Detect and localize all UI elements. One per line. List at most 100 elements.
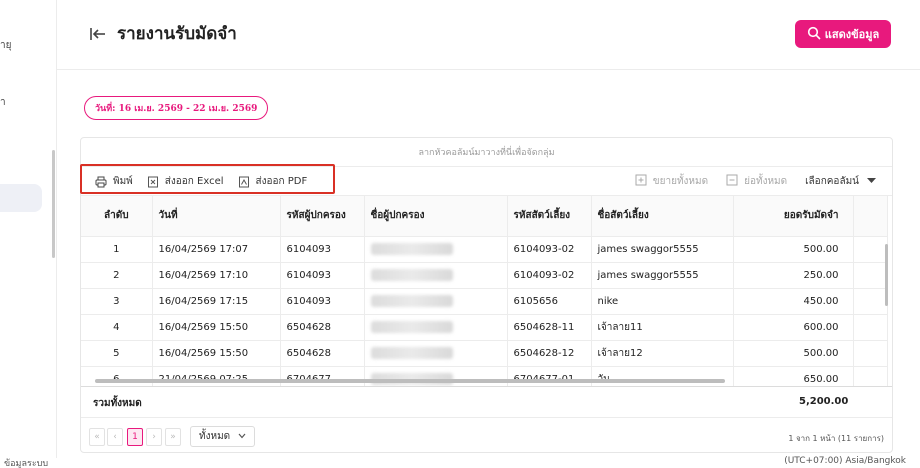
sidebar-item-label[interactable]: ายุ xyxy=(0,38,11,53)
excel-file-icon xyxy=(147,176,159,188)
table-cell-spacer xyxy=(853,314,888,341)
column-header[interactable]: ยอดรับมัดจำ xyxy=(733,196,854,237)
group-panel[interactable]: ลากหัวคอลัมน์มาวางที่นี่เพื่อจัดกลุ่ม xyxy=(81,138,892,167)
summary-label: รวมทั้งหมด xyxy=(93,398,142,409)
table-cell: 3 xyxy=(81,288,153,315)
expand-all-button[interactable]: ขยายทั้งหมด xyxy=(635,174,708,189)
table-row[interactable]: 4 16/04/2569 15:50 6504628 6504628-11 เจ้าลา… xyxy=(81,314,888,341)
first-page-button[interactable]: « xyxy=(89,428,105,446)
table-cell-spacer xyxy=(853,236,888,263)
sidebar-scrollbar[interactable] xyxy=(52,150,55,258)
table-row[interactable]: 3 16/04/2569 17:15 6104093 6105656 nike 450.0… xyxy=(81,288,888,315)
summary-row: รวมทั้งหมด 5,200.00 xyxy=(81,386,892,418)
page-size-select[interactable]: ทั้งหมด xyxy=(190,426,256,447)
table-cell: 6504628-11 xyxy=(507,314,592,341)
redacted-guardian-name xyxy=(364,262,508,289)
redacted-text xyxy=(370,295,453,307)
status-left: ข้อมูลระบบ xyxy=(4,459,49,468)
table-cell: james swaggor5555 xyxy=(591,236,734,263)
table-cell: 1 xyxy=(81,236,153,263)
redacted-text xyxy=(370,269,453,281)
table-cell: 6104093 xyxy=(280,288,365,315)
horizontal-scrollbar[interactable] xyxy=(95,379,725,383)
last-page-button[interactable]: » xyxy=(165,428,181,446)
print-button[interactable]: พิมพ์ xyxy=(81,174,140,189)
date-range-filter[interactable]: วันที่: 16 เม.ย. 2569 - 22 เม.ย. 2569 xyxy=(84,96,269,120)
table-cell: 16/04/2569 17:07 xyxy=(152,236,281,263)
table-cell: 600.00 xyxy=(733,314,854,341)
redacted-guardian-name xyxy=(364,366,508,386)
status-bar: ข้อมูลระบบ (UTC+07:00) Asia/Bangkok xyxy=(0,456,920,468)
column-header-spacer xyxy=(853,196,888,237)
export-excel-label: ส่งออก Excel xyxy=(164,176,224,187)
table-cell-spacer xyxy=(853,340,888,367)
column-header[interactable]: วันที่ xyxy=(152,196,281,237)
chevron-down-icon xyxy=(238,431,246,442)
show-data-button[interactable]: แสดงข้อมูล xyxy=(795,20,891,48)
column-header[interactable]: รหัสผู้ปกครอง xyxy=(280,196,365,237)
table-cell: 6504628-12 xyxy=(507,340,592,367)
column-header[interactable]: รหัสสัตว์เลี้ยง xyxy=(507,196,592,237)
table-cell-spacer xyxy=(853,262,888,289)
page-1-button[interactable]: 1 xyxy=(127,428,143,446)
column-chooser-label: เลือกคอลัมน์ xyxy=(805,176,859,187)
table-row[interactable]: 5 16/04/2569 15:50 6504628 6504628-12 เจ้าลา… xyxy=(81,340,888,367)
table-cell: 6104093-02 xyxy=(507,236,592,263)
table-row[interactable]: 2 16/04/2569 17:10 6104093 6104093-02 james … xyxy=(81,262,888,289)
table-cell: 6504628 xyxy=(280,340,365,367)
prev-page-button[interactable]: ‹ xyxy=(107,428,123,446)
caret-down-icon xyxy=(867,176,876,187)
redacted-text xyxy=(370,321,453,333)
table-cell: 500.00 xyxy=(733,340,854,367)
table-cell: 21/04/2569 07:25 xyxy=(152,366,281,386)
table-cell: 2 xyxy=(81,262,153,289)
collapse-icon xyxy=(726,174,738,189)
table-cell: 16/04/2569 17:15 xyxy=(152,288,281,315)
page-title: รายงานรับมัดจำ xyxy=(117,24,237,44)
table-cell: 4 xyxy=(81,314,153,341)
table-cell: เจ้าลาย12 xyxy=(591,340,734,367)
table-cell: 6104093 xyxy=(280,236,365,263)
table-cell: วัน xyxy=(591,366,734,386)
table-cell: 650.00 xyxy=(733,366,854,386)
sidebar-item-active[interactable] xyxy=(0,184,42,212)
export-pdf-label: ส่งออก PDF xyxy=(255,176,308,187)
table-cell: james swaggor5555 xyxy=(591,262,734,289)
pdf-file-icon xyxy=(238,176,250,188)
redacted-guardian-name xyxy=(364,288,508,315)
table-viewport: ลำดับ วันที่ รหัสผู้ปกครอง ชื่อผู้ปกครอง… xyxy=(81,196,892,386)
next-page-button[interactable]: › xyxy=(146,428,162,446)
table-cell-spacer xyxy=(853,288,888,315)
table-header-row: ลำดับ วันที่ รหัสผู้ปกครอง ชื่อผู้ปกครอง… xyxy=(81,196,888,237)
table-cell: 16/04/2569 17:10 xyxy=(152,262,281,289)
export-excel-button[interactable]: ส่งออก Excel xyxy=(140,174,231,189)
export-pdf-button[interactable]: ส่งออก PDF xyxy=(231,174,315,189)
table-cell: 6105656 xyxy=(507,288,592,315)
table-cell: 16/04/2569 15:50 xyxy=(152,314,281,341)
table-row[interactable]: 621/04/2569 07:256704677 6704677-01วัน650… xyxy=(81,366,888,386)
table-row[interactable]: 1 16/04/2569 17:07 6104093 6104093-02 james … xyxy=(81,236,888,263)
vertical-scrollbar[interactable] xyxy=(885,244,888,306)
table-cell: 5 xyxy=(81,340,153,367)
column-header[interactable]: ชื่อสัตว์เลี้ยง xyxy=(591,196,734,237)
status-timezone: (UTC+07:00) Asia/Bangkok xyxy=(784,456,906,466)
column-chooser[interactable]: เลือกคอลัมน์ xyxy=(805,174,876,189)
redacted-guardian-name xyxy=(364,340,508,367)
redacted-text xyxy=(370,347,453,359)
search-icon xyxy=(807,26,821,43)
page-size-value: ทั้งหมด xyxy=(199,431,231,442)
sidebar-item-label[interactable]: า xyxy=(0,95,6,110)
grid-toolbar: พิมพ์ ส่งออก Excel ส่งออก PDF ขยายทั้งหม… xyxy=(81,167,892,196)
table-cell: 450.00 xyxy=(733,288,854,315)
column-header[interactable]: ลำดับ xyxy=(81,196,153,237)
printer-icon xyxy=(95,176,107,188)
collapse-back-icon[interactable] xyxy=(89,25,107,43)
summary-value: 5,200.00 xyxy=(799,396,849,407)
column-header[interactable]: ชื่อผู้ปกครอง xyxy=(364,196,508,237)
table-cell: 6 xyxy=(81,366,153,386)
table-cell: 6704677 xyxy=(280,366,365,386)
show-data-label: แสดงข้อมูล xyxy=(824,28,880,41)
table-cell: 6104093 xyxy=(280,262,365,289)
collapse-all-button[interactable]: ย่อทั้งหมด xyxy=(726,174,787,189)
expand-icon xyxy=(635,174,647,189)
